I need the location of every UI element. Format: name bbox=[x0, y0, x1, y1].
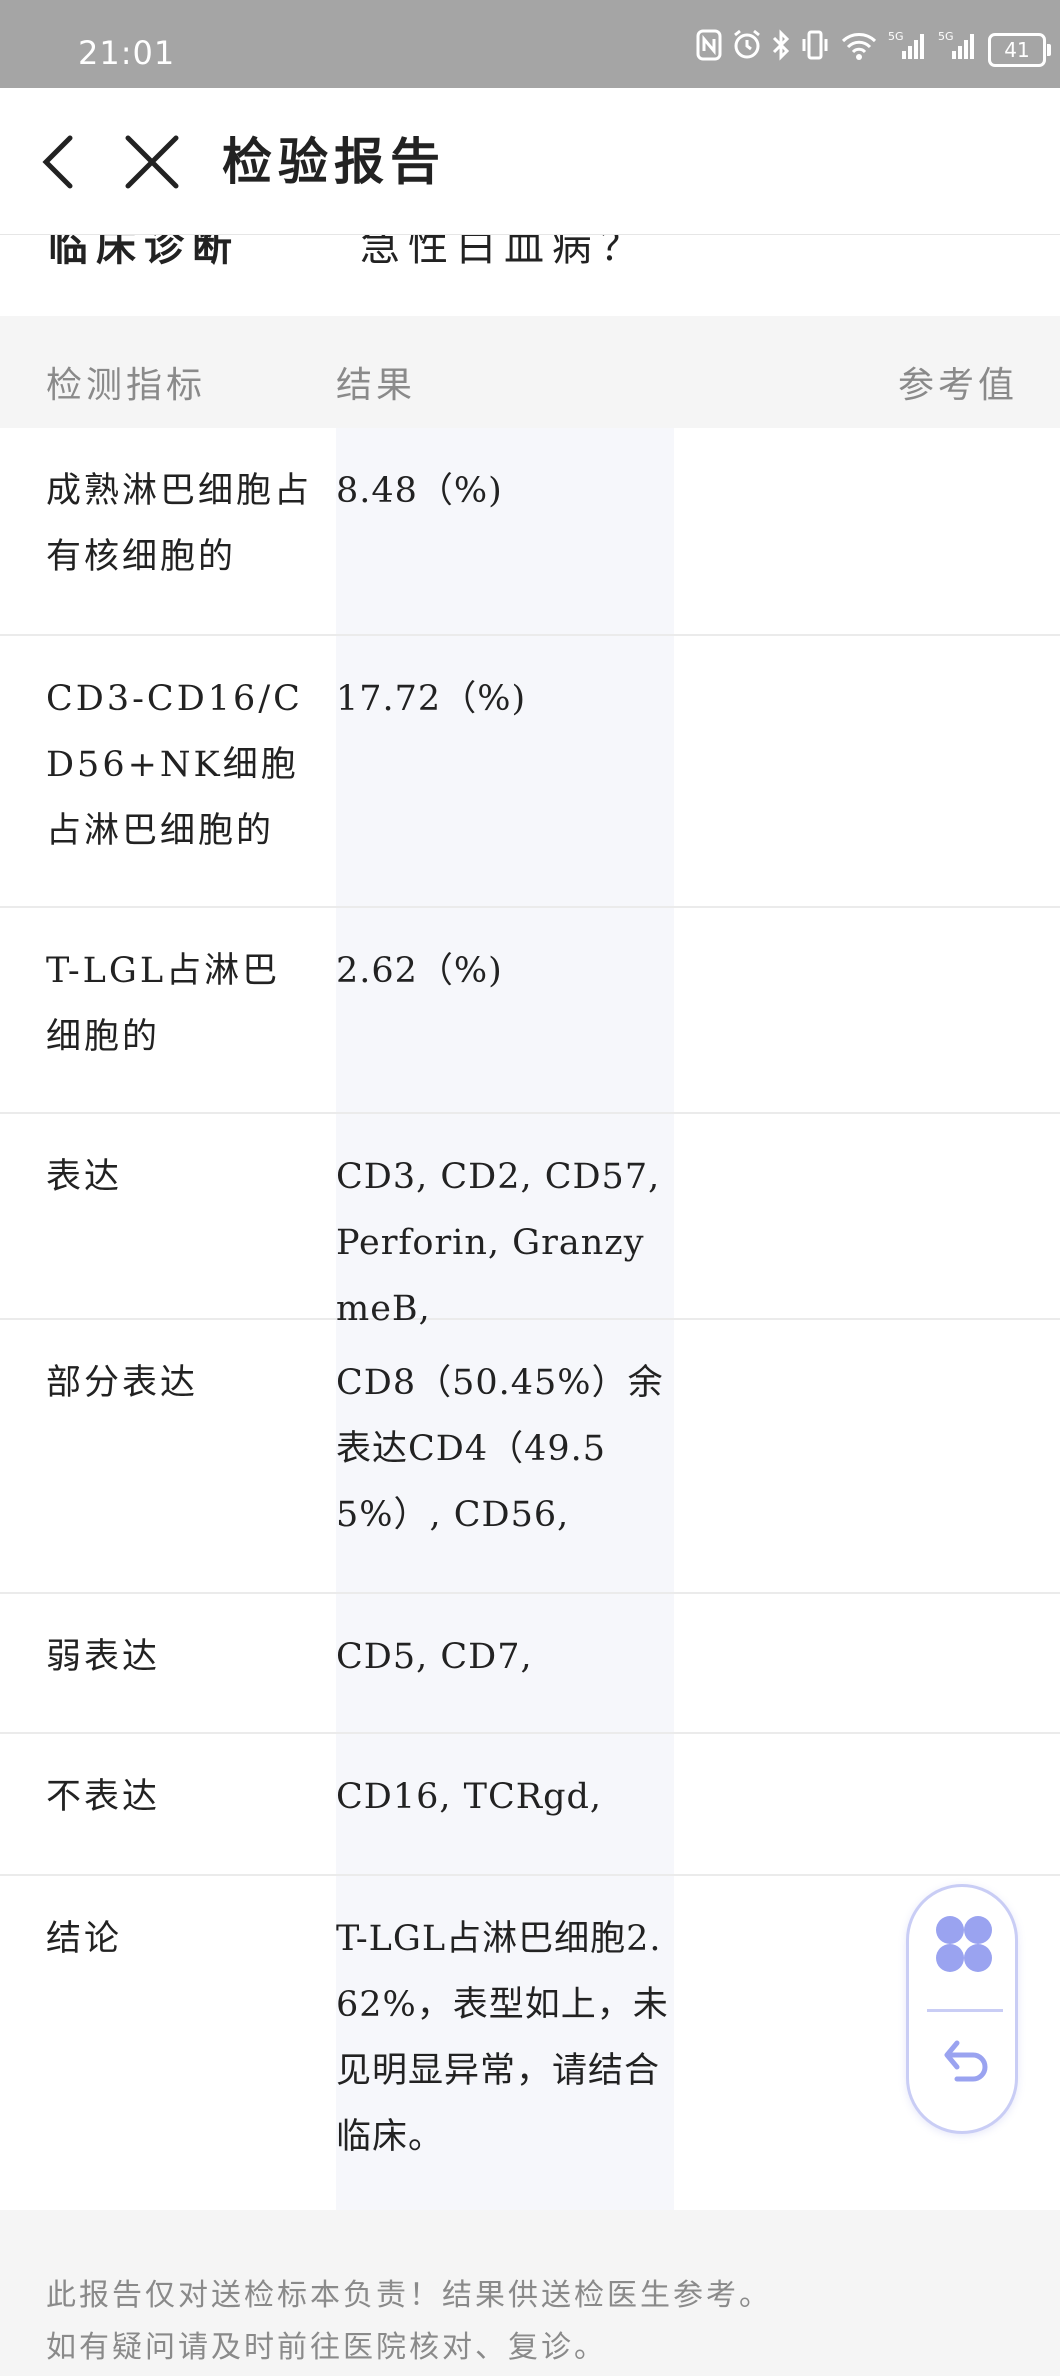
close-button[interactable] bbox=[122, 132, 182, 192]
table-row: 不表达 CD16, TCRgd, bbox=[0, 1734, 1060, 1876]
bluetooth-icon bbox=[772, 28, 790, 72]
table-row: 成熟淋巴细胞占有核细胞的 8.48（%) bbox=[0, 428, 1060, 636]
back-button[interactable] bbox=[34, 124, 84, 200]
nfc-icon bbox=[696, 29, 722, 72]
disclaimer-line-1: 此报告仅对送检标本负责！结果供送检医生参考。 bbox=[46, 2278, 772, 2313]
row-result: 2.62（%) bbox=[336, 951, 503, 991]
row-result: 17.72（%) bbox=[336, 679, 527, 719]
signal-5g-icon: 5G bbox=[938, 29, 978, 72]
status-time: 21:01 bbox=[78, 34, 176, 72]
row-indicator: CD3-CD16/CD56+NK细胞占淋巴细胞的 bbox=[46, 679, 303, 851]
table-row: CD3-CD16/CD56+NK细胞占淋巴细胞的 17.72（%) bbox=[0, 636, 1060, 908]
chevron-left-icon bbox=[42, 135, 73, 189]
signal-5g-icon: 5G bbox=[888, 29, 928, 72]
row-indicator: 部分表达 bbox=[46, 1363, 199, 1403]
row-result: CD5, CD7, bbox=[336, 1637, 533, 1677]
report-disclaimer: 此报告仅对送检标本负责！结果供送检医生参考。 如有疑问请及时前往医院核对、复诊。 bbox=[0, 2210, 1060, 2376]
status-bar: 21:01 5G 5G 41 bbox=[0, 0, 1060, 88]
row-result: CD3, CD2, CD57, Perforin, GranzymeB, bbox=[336, 1157, 661, 1329]
svg-text:5G: 5G bbox=[938, 30, 954, 43]
svg-text:5G: 5G bbox=[888, 30, 904, 43]
status-icons: 5G 5G 41 bbox=[696, 28, 1051, 72]
diagnosis-row: 临床诊断 急性白血病？ bbox=[0, 234, 1060, 316]
column-header-result: 结果 bbox=[336, 365, 417, 406]
diagnosis-value: 急性白血病？ bbox=[360, 234, 648, 270]
row-result: CD16, TCRgd, bbox=[336, 1777, 603, 1817]
floating-assistant-panel bbox=[906, 1884, 1018, 2134]
app-header: 检验报告 bbox=[0, 88, 1060, 235]
column-header-reference: 参考值 bbox=[897, 365, 1018, 406]
row-result: CD8（50.45%）余表达CD4（49.55%）, CD56, bbox=[336, 1363, 664, 1535]
row-result: 8.48（%) bbox=[336, 471, 503, 511]
row-indicator: T-LGL占淋巴细胞的 bbox=[46, 951, 281, 1057]
table-row: 结论 T-LGL占淋巴细胞2.62%，表型如上，未见明显异常，请结合临床。 bbox=[0, 1876, 1060, 2210]
table-row: 部分表达 CD8（50.45%）余表达CD4（49.55%）, CD56, bbox=[0, 1320, 1060, 1594]
wifi-icon bbox=[840, 29, 878, 72]
table-header: 检测指标 结果 参考值 bbox=[0, 316, 1060, 428]
battery-icon: 41 bbox=[988, 33, 1051, 67]
floater-divider bbox=[927, 2009, 1003, 2012]
row-indicator: 成熟淋巴细胞占有核细胞的 bbox=[46, 471, 313, 577]
page-title: 检验报告 bbox=[222, 132, 446, 191]
row-indicator: 弱表达 bbox=[46, 1637, 161, 1677]
quick-menu-button[interactable] bbox=[933, 1913, 995, 1975]
row-indicator: 结论 bbox=[46, 1919, 123, 1959]
return-button[interactable] bbox=[935, 2033, 995, 2093]
undo-arrow-icon bbox=[944, 2040, 988, 2082]
disclaimer-line-2: 如有疑问请及时前往医院核对、复诊。 bbox=[46, 2330, 607, 2365]
row-indicator: 不表达 bbox=[46, 1777, 161, 1817]
table-row: 弱表达 CD5, CD7, bbox=[0, 1594, 1060, 1734]
table-row: T-LGL占淋巴细胞的 2.62（%) bbox=[0, 908, 1060, 1114]
column-header-indicator: 检测指标 bbox=[46, 365, 207, 406]
vibrate-icon bbox=[800, 29, 830, 72]
row-result: T-LGL占淋巴细胞2.62%，表型如上，未见明显异常，请结合临床。 bbox=[336, 1919, 669, 2157]
close-icon bbox=[125, 135, 179, 189]
clover-menu-icon bbox=[936, 1916, 992, 1972]
diagnosis-label: 临床诊断 bbox=[48, 234, 240, 270]
row-indicator: 表达 bbox=[46, 1157, 123, 1197]
result-table: 成熟淋巴细胞占有核细胞的 8.48（%) CD3-CD16/CD56+NK细胞占… bbox=[0, 428, 1060, 2210]
alarm-icon bbox=[732, 29, 762, 72]
table-row: 表达 CD3, CD2, CD57, Perforin, GranzymeB, bbox=[0, 1114, 1060, 1329]
